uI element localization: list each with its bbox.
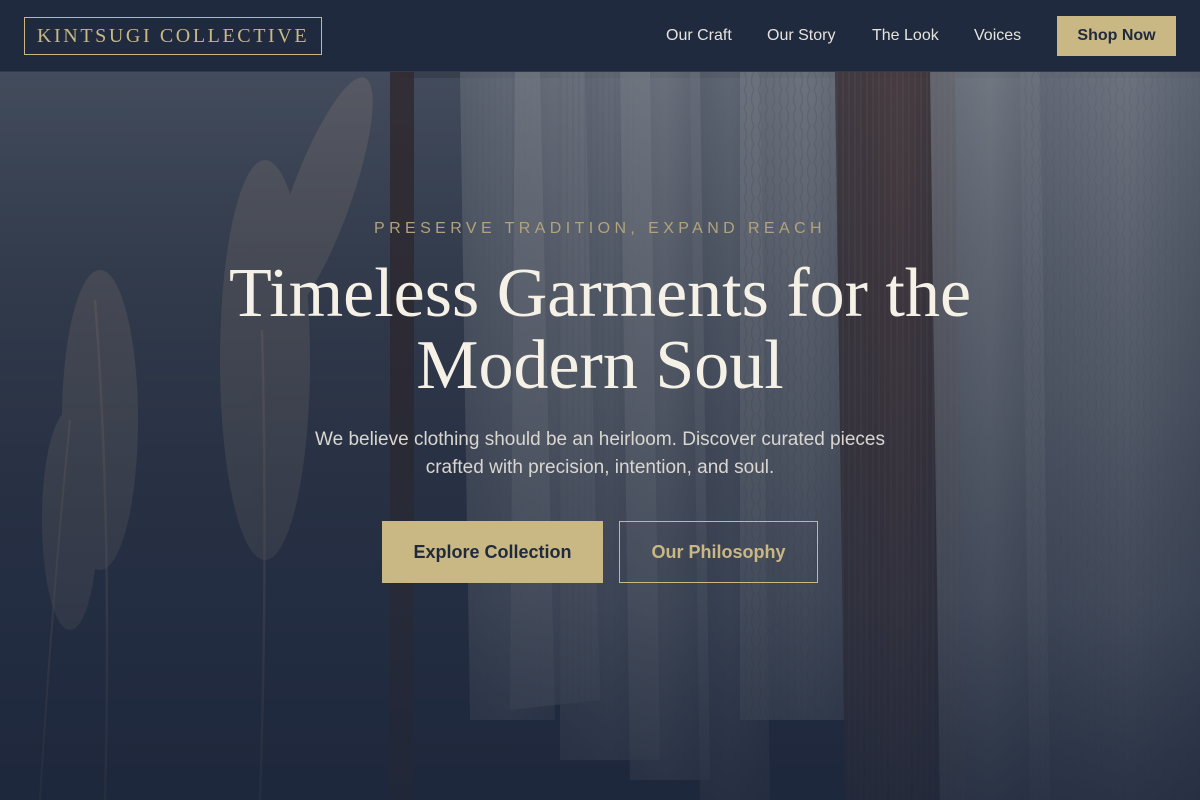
top-navigation-bar: KINTSUGI COLLECTIVE Our Craft Our Story …	[0, 0, 1200, 72]
landing-page: KINTSUGI COLLECTIVE Our Craft Our Story …	[0, 0, 1200, 800]
nav-link-our-craft[interactable]: Our Craft	[666, 25, 732, 47]
hero-description-line-2: crafted with precision, intention, and s…	[425, 457, 775, 478]
hero-eyebrow-tagline: PRESERVE TRADITION, EXPAND REACH	[374, 220, 826, 237]
brand-logo[interactable]: KINTSUGI COLLECTIVE	[24, 17, 323, 55]
nav-link-our-story[interactable]: Our Story	[767, 25, 835, 47]
explore-collection-button[interactable]: Explore Collection	[382, 521, 603, 583]
shop-now-button[interactable]: Shop Now	[1057, 16, 1176, 56]
hero-headline: Timeless Garments for the Modern Soul	[100, 258, 1100, 402]
our-philosophy-button[interactable]: Our Philosophy	[619, 521, 818, 583]
hero-headline-line-1: Timeless Garments for the	[228, 255, 972, 332]
nav-link-the-look[interactable]: The Look	[872, 25, 939, 47]
nav-link-voices[interactable]: Voices	[974, 25, 1021, 47]
hero-headline-line-2: Modern Soul	[416, 327, 784, 404]
hero-description-line-1: We believe clothing should be an heirloo…	[315, 429, 885, 450]
hero-description: We believe clothing should be an heirloo…	[270, 426, 930, 482]
